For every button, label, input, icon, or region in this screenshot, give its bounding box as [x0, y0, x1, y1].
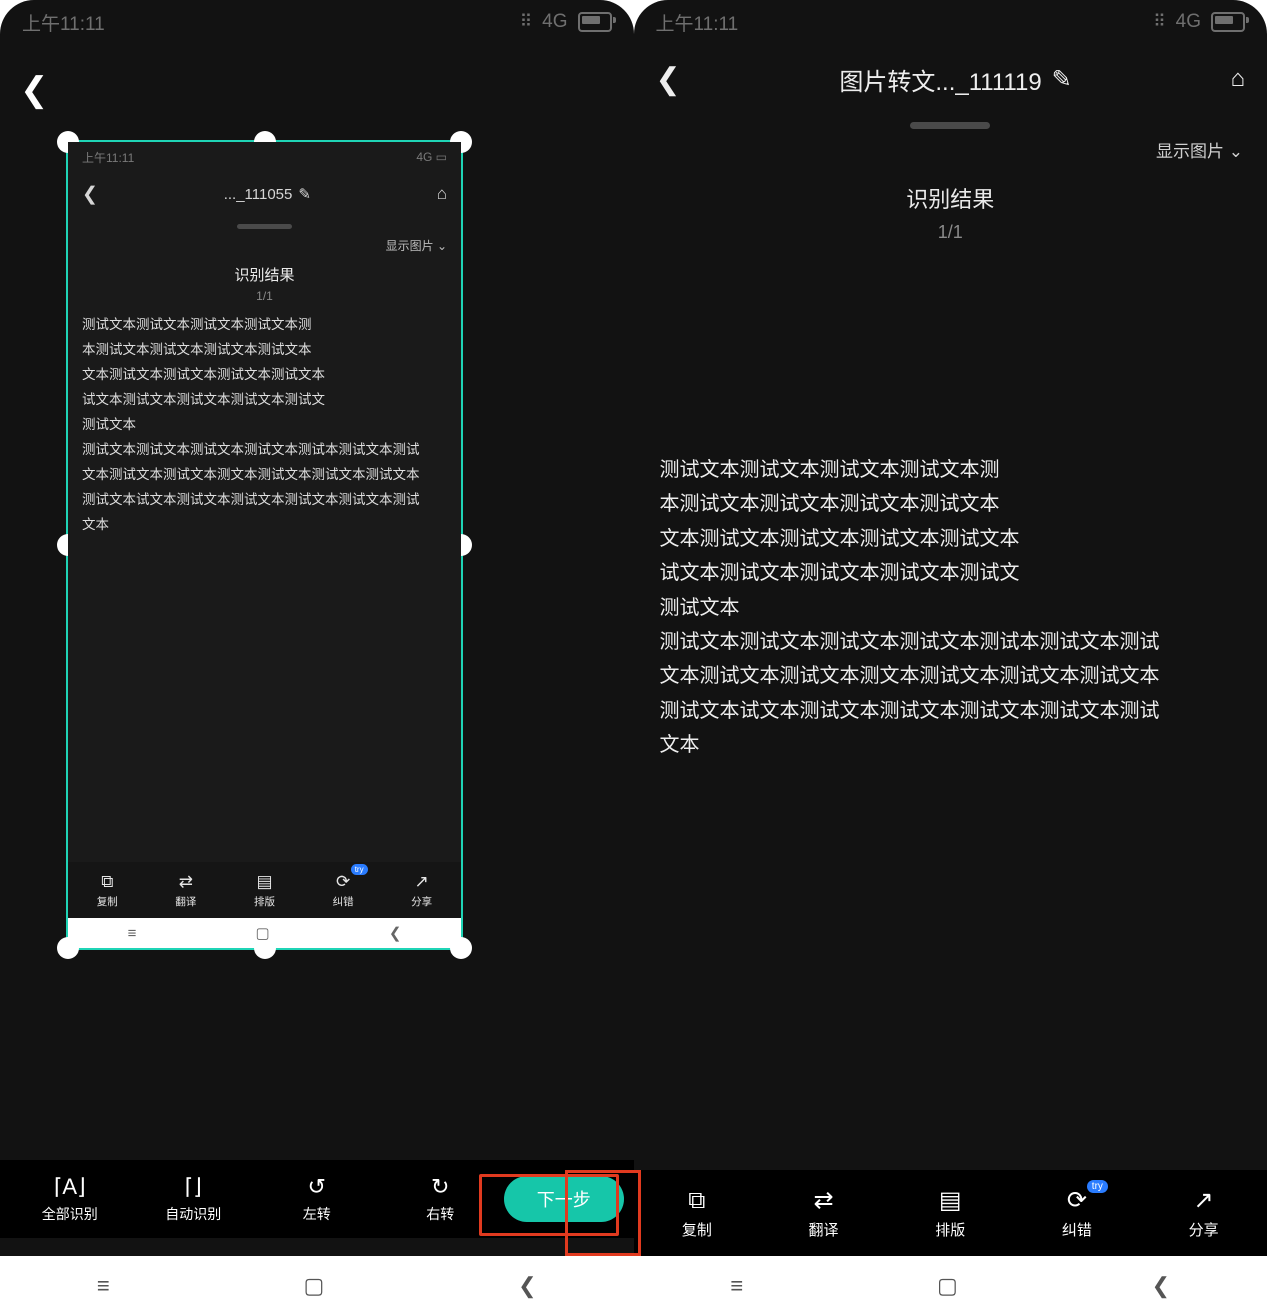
inner-result-text: 测试文本测试文本测试文本测试文本测 本测试文本测试文本测试文本测试文本 文本测试…: [68, 313, 461, 538]
home-button[interactable]: ⌂: [1231, 65, 1246, 93]
correct-button[interactable]: ⟳纠错try: [1062, 1186, 1092, 1240]
inner-status-bar: 上午11:11 4G ▭: [68, 142, 461, 172]
edit-icon: ✎: [298, 185, 311, 203]
rotate-right-icon: ↻: [431, 1174, 449, 1200]
result-title: 识别结果: [634, 182, 1267, 214]
right-phone-screen: 上午11:11 ⠿ 4G ❮ 图片转文..._111119 ✎ ⌂ 显示图片 ⌄…: [634, 0, 1267, 1316]
layout-icon: ▤: [256, 872, 272, 892]
back-button[interactable]: ❮: [656, 62, 681, 97]
drag-handle[interactable]: [910, 122, 990, 129]
result-count: 1/1: [634, 222, 1267, 243]
battery-icon: [1211, 12, 1245, 32]
result-text[interactable]: 测试文本测试文本测试文本测试文本测 本测试文本测试文本测试文本测试文本 文本测试…: [634, 453, 1267, 763]
share-icon: ↗: [1194, 1186, 1214, 1215]
show-image-toggle: 显示图片: [386, 239, 434, 253]
back-nav-icon: ❮: [389, 924, 402, 942]
right-toolbar: ⧉复制 ⇄翻译 ▤排版 ⟳纠错try ↗分享: [634, 1170, 1267, 1256]
inner-back-icon: ❮: [82, 183, 98, 206]
status-time: 上午11:11: [656, 9, 739, 36]
home-btn-icon[interactable]: ▢: [937, 1273, 958, 1299]
copy-button[interactable]: ⧉复制: [682, 1187, 712, 1240]
system-nav-bar: ≡ ▢ ❮: [0, 1256, 634, 1316]
edit-title-button[interactable]: ✎: [1052, 65, 1072, 94]
recognize-all-button[interactable]: ⌈A⌋全部识别: [8, 1174, 132, 1224]
layout-icon: ▤: [939, 1186, 962, 1215]
inner-result-title: 识别结果: [68, 264, 461, 285]
share-icon: ↗: [415, 872, 429, 892]
inner-title: ..._111055: [224, 186, 293, 203]
translate-button[interactable]: ⇄翻译: [809, 1186, 839, 1240]
share-button[interactable]: ↗分享: [1189, 1186, 1219, 1240]
auto-icon: ⌈⌋: [185, 1174, 202, 1200]
signal-icon: ⠿: [520, 12, 532, 32]
home-btn-icon[interactable]: ▢: [304, 1273, 325, 1299]
home-icon: ⌂: [437, 184, 447, 204]
recognize-all-icon: ⌈A⌋: [54, 1174, 86, 1200]
menu-icon: ≡: [128, 925, 137, 942]
left-phone-screen: 上午11:11 ⠿ 4G ❮ 上午11:11 4G ▭: [0, 0, 634, 1316]
copy-icon: ⧉: [688, 1187, 705, 1215]
copy-icon: ⧉: [101, 872, 113, 892]
inner-time: 上午11:11: [82, 149, 134, 166]
page-title: 图片转文..._111119: [839, 62, 1041, 97]
inner-result-count: 1/1: [68, 289, 461, 303]
show-image-toggle[interactable]: 显示图片: [1156, 142, 1224, 161]
inner-sys-nav: ≡ ▢ ❮: [68, 918, 461, 948]
try-badge: try: [1087, 1180, 1108, 1193]
correct-icon: ⟳: [336, 872, 350, 892]
crop-frame[interactable]: 上午11:11 4G ▭ ❮ ..._111055 ✎ ⌂ 显示图片 ⌄ 识别结…: [66, 140, 463, 950]
inner-net: 4G: [416, 150, 432, 164]
highlight-copy: [565, 1170, 641, 1256]
correct-icon: ⟳: [1067, 1186, 1087, 1215]
crop-preview: 上午11:11 4G ▭ ❮ ..._111055 ✎ ⌂ 显示图片 ⌄ 识别结…: [68, 142, 461, 948]
signal-icon: ⠿: [1153, 12, 1165, 32]
system-nav-bar: ≡ ▢ ❮: [634, 1256, 1267, 1316]
translate-icon: ⇄: [813, 1186, 833, 1215]
menu-icon[interactable]: ≡: [730, 1273, 743, 1299]
battery-icon: [578, 12, 612, 32]
menu-icon[interactable]: ≡: [97, 1273, 110, 1299]
network-label: 4G: [542, 11, 567, 33]
auto-recognize-button[interactable]: ⌈⌋自动识别: [132, 1174, 256, 1224]
rotate-left-button[interactable]: ↺左转: [255, 1174, 379, 1224]
network-label: 4G: [1176, 11, 1201, 33]
home-btn-icon: ▢: [256, 924, 270, 942]
rotate-left-icon: ↺: [308, 1174, 326, 1200]
layout-button[interactable]: ▤排版: [935, 1186, 965, 1240]
status-bar: 上午11:11 ⠿ 4G: [634, 0, 1267, 44]
try-badge: try: [351, 864, 368, 875]
status-bar: 上午11:11 ⠿ 4G: [0, 0, 634, 44]
back-nav-icon[interactable]: ❮: [518, 1273, 536, 1299]
inner-drag-handle: [237, 224, 292, 229]
back-nav-icon[interactable]: ❮: [1152, 1273, 1170, 1299]
back-button[interactable]: ❮: [20, 70, 49, 110]
inner-toolbar: ⧉复制 ⇄翻译 ▤排版 ⟳纠错try ↗分享: [68, 862, 461, 918]
translate-icon: ⇄: [179, 872, 193, 892]
status-time: 上午11:11: [22, 9, 105, 36]
